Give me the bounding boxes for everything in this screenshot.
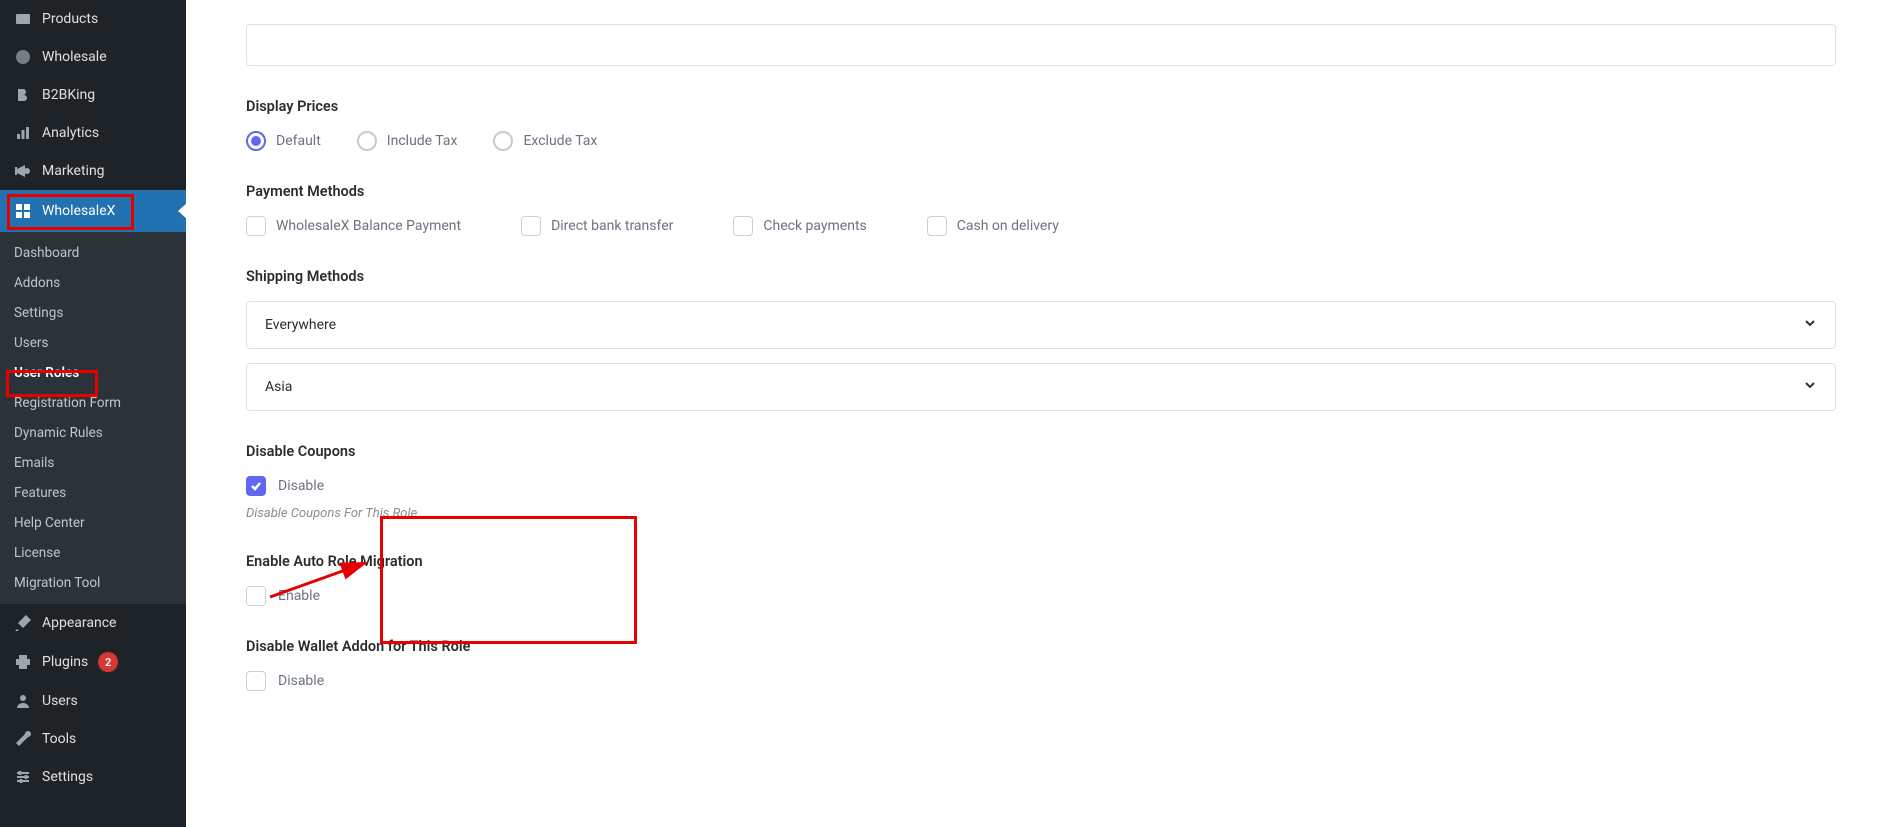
display-prices-options: Default Include Tax Exclude Tax	[246, 131, 1836, 151]
disable-coupons-note: Disable Coupons For This Role	[246, 506, 1836, 521]
checkbox-icon	[521, 216, 541, 236]
sidebar-label: Settings	[42, 769, 93, 785]
radio-label: Default	[276, 133, 321, 149]
products-icon	[14, 10, 32, 28]
shipping-select-asia[interactable]: Asia	[246, 363, 1836, 411]
disable-wallet-title: Disable Wallet Addon for This Role	[246, 638, 1836, 655]
sidebar-label: Products	[42, 11, 98, 27]
megaphone-icon	[14, 162, 32, 180]
check-label: Check payments	[763, 218, 866, 234]
check-label: Disable	[278, 478, 324, 494]
payment-methods-title: Payment Methods	[246, 183, 1836, 200]
checkbox-icon	[733, 216, 753, 236]
sidebar-item-wholesalex[interactable]: WholesaleX	[0, 190, 186, 232]
radio-icon	[493, 131, 513, 151]
shipping-select-everywhere[interactable]: Everywhere	[246, 301, 1836, 349]
checkbox-icon	[927, 216, 947, 236]
radio-icon	[246, 131, 266, 151]
sidebar-item-b2bking[interactable]: B2BKing	[0, 76, 186, 114]
sidebar-item-analytics[interactable]: Analytics	[0, 114, 186, 152]
sidebar-item-products[interactable]: Products	[0, 0, 186, 38]
text-input[interactable]	[246, 24, 1836, 66]
check-label: Direct bank transfer	[551, 218, 673, 234]
disable-coupons-title: Disable Coupons	[246, 443, 1836, 460]
admin-sidebar: Products Wholesale B2BKing Analytics Mar…	[0, 0, 186, 827]
check-label: Enable	[278, 588, 320, 604]
radio-default[interactable]: Default	[246, 131, 321, 151]
settings-icon	[14, 768, 32, 786]
submenu-help-center[interactable]: Help Center	[0, 508, 186, 538]
sidebar-item-marketing[interactable]: Marketing	[0, 152, 186, 190]
check-label: WholesaleX Balance Payment	[276, 218, 461, 234]
checkbox-icon	[246, 476, 266, 496]
disable-wallet-checkbox[interactable]: Disable	[246, 671, 1836, 691]
checkbox-icon	[246, 216, 266, 236]
main-content: Display Prices Default Include Tax Exclu…	[186, 0, 1896, 827]
auto-role-title: Enable Auto Role Migration	[246, 553, 1836, 570]
analytics-icon	[14, 124, 32, 142]
display-prices-title: Display Prices	[246, 98, 1836, 115]
sidebar-item-users[interactable]: Users	[0, 682, 186, 720]
sidebar-label: Wholesale	[42, 49, 107, 65]
submenu-addons[interactable]: Addons	[0, 268, 186, 298]
sidebar-label: Marketing	[42, 163, 105, 179]
submenu-dashboard[interactable]: Dashboard	[0, 238, 186, 268]
submenu-registration-form[interactable]: Registration Form	[0, 388, 186, 418]
submenu-users[interactable]: Users	[0, 328, 186, 358]
sidebar-item-tools[interactable]: Tools	[0, 720, 186, 758]
submenu-emails[interactable]: Emails	[0, 448, 186, 478]
submenu-features[interactable]: Features	[0, 478, 186, 508]
chevron-down-icon	[1803, 316, 1817, 334]
auto-role-checkbox[interactable]: Enable	[246, 586, 1836, 606]
plugins-badge: 2	[98, 652, 118, 672]
wholesalex-icon	[14, 202, 32, 220]
payment-methods-options: WholesaleX Balance Payment Direct bank t…	[246, 216, 1836, 236]
radio-label: Include Tax	[387, 133, 458, 149]
check-label: Disable	[278, 673, 324, 689]
select-label: Everywhere	[265, 317, 336, 333]
sidebar-label: Plugins	[42, 654, 88, 670]
plugin-icon	[14, 653, 32, 671]
submenu-license[interactable]: License	[0, 538, 186, 568]
sidebar-label: Analytics	[42, 125, 99, 141]
user-icon	[14, 692, 32, 710]
shipping-methods-title: Shipping Methods	[246, 268, 1836, 285]
sidebar-label: Users	[42, 693, 78, 709]
wholesale-icon	[14, 48, 32, 66]
sidebar-item-wholesale[interactable]: Wholesale	[0, 38, 186, 76]
sidebar-label: Tools	[42, 731, 76, 747]
radio-exclude-tax[interactable]: Exclude Tax	[493, 131, 597, 151]
sidebar-item-settings[interactable]: Settings	[0, 758, 186, 796]
submenu-user-roles[interactable]: User Roles	[0, 358, 186, 388]
sidebar-item-plugins[interactable]: Plugins 2	[0, 642, 186, 682]
checkbox-icon	[246, 671, 266, 691]
checkbox-icon	[246, 586, 266, 606]
check-check-payments[interactable]: Check payments	[733, 216, 866, 236]
chevron-down-icon	[1803, 378, 1817, 396]
disable-coupons-checkbox[interactable]: Disable	[246, 476, 1836, 496]
check-label: Cash on delivery	[957, 218, 1059, 234]
radio-include-tax[interactable]: Include Tax	[357, 131, 458, 151]
radio-label: Exclude Tax	[523, 133, 597, 149]
submenu-settings[interactable]: Settings	[0, 298, 186, 328]
sidebar-label: Appearance	[42, 615, 116, 631]
sidebar-item-appearance[interactable]: Appearance	[0, 604, 186, 642]
sidebar-submenu: Dashboard Addons Settings Users User Rol…	[0, 232, 186, 604]
select-label: Asia	[265, 379, 292, 395]
b2bking-icon	[14, 86, 32, 104]
brush-icon	[14, 614, 32, 632]
sidebar-label: WholesaleX	[42, 203, 115, 219]
sidebar-label: B2BKing	[42, 87, 95, 103]
radio-icon	[357, 131, 377, 151]
check-balance-payment[interactable]: WholesaleX Balance Payment	[246, 216, 461, 236]
check-bank-transfer[interactable]: Direct bank transfer	[521, 216, 673, 236]
submenu-dynamic-rules[interactable]: Dynamic Rules	[0, 418, 186, 448]
check-cod[interactable]: Cash on delivery	[927, 216, 1059, 236]
wrench-icon	[14, 730, 32, 748]
submenu-migration-tool[interactable]: Migration Tool	[0, 568, 186, 598]
